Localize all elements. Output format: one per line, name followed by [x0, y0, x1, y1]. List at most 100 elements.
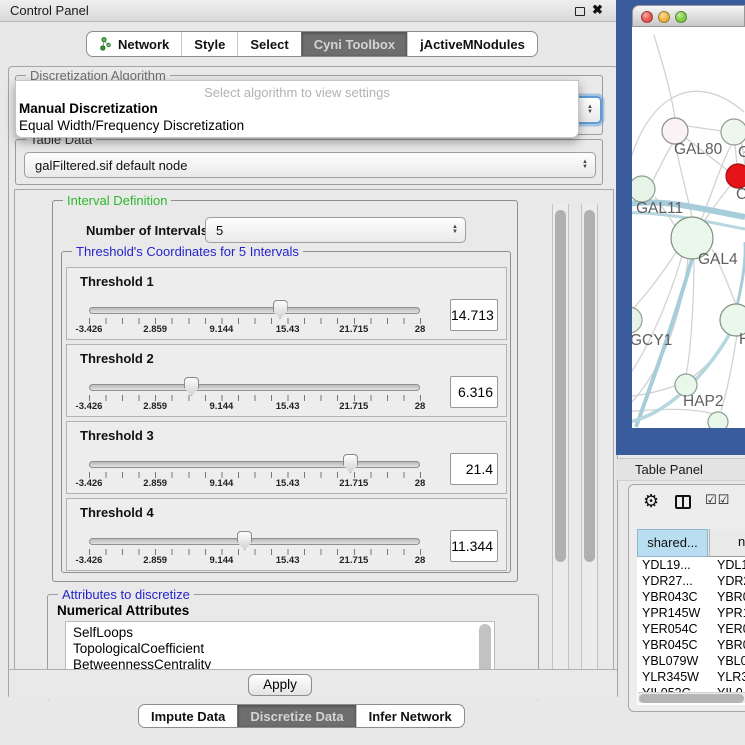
network-canvas[interactable]: GAL80GCGAL11GAL4GCY1HHAP2 [632, 27, 745, 428]
tab-infer-network[interactable]: Infer Network [356, 705, 464, 727]
tab-style[interactable]: Style [181, 32, 237, 56]
column-header-shared-name[interactable]: shared... [637, 529, 708, 557]
slider-track[interactable] [89, 384, 420, 391]
table-hscrollbar-thumb[interactable] [639, 694, 744, 703]
tick-label: 28 [415, 324, 426, 335]
threshold-value-field[interactable]: 6.316 [450, 376, 498, 408]
cell-shared-name: YPR145W [642, 605, 700, 621]
table-row[interactable]: YBR043CYBR0 [637, 589, 745, 605]
algorithm-dropdown-popup: Select algorithm to view settings Manual… [15, 80, 579, 138]
tab-select[interactable]: Select [237, 32, 300, 56]
table-row[interactable]: YBL079WYBL0 [637, 653, 745, 669]
network-edge[interactable] [687, 126, 722, 131]
tab-label: jActiveMNodules [420, 37, 525, 52]
tick-label: 15.43 [276, 401, 300, 412]
column-header-name[interactable]: na [709, 529, 745, 557]
slider-tick-labels: -3.4262.8599.14415.4321.71528 [89, 401, 420, 413]
network-node-gal11[interactable] [632, 176, 655, 202]
tick-label: 21.715 [339, 478, 368, 489]
network-node-c[interactable] [726, 164, 745, 188]
threshold-value-field[interactable]: 21.4 [450, 453, 498, 485]
slider-track[interactable] [89, 461, 420, 468]
attributes-group-label: Attributes to discretize [58, 587, 194, 602]
network-window-titlebar [632, 5, 745, 27]
screen: Control Panel ✖ NetworkStyleSelectCyni T… [0, 0, 745, 745]
threshold-value-field[interactable]: 14.713 [450, 299, 498, 331]
network-node-label: HAP2 [683, 393, 724, 410]
network-edge[interactable] [652, 143, 673, 182]
tab-network[interactable]: Network [87, 32, 181, 56]
tick-label: -3.426 [76, 555, 103, 566]
attribute-item-topologicalcoefficient[interactable]: TopologicalCoefficient [66, 641, 494, 657]
columns-icon[interactable] [675, 495, 691, 509]
slider-tick-labels: -3.4262.8599.14415.4321.71528 [89, 324, 420, 336]
slider-track[interactable] [89, 538, 420, 545]
close-traffic-light[interactable] [641, 11, 653, 23]
tab-label: Network [118, 37, 169, 52]
slider-thumb[interactable] [343, 454, 358, 473]
interval-definition-label: Interval Definition [63, 193, 171, 208]
panel-scrollbar-thumb[interactable] [584, 210, 595, 562]
tab-discretize-data[interactable]: Discretize Data [237, 705, 355, 727]
threshold-value-field[interactable]: 11.344 [450, 530, 498, 562]
network-node-label: C [736, 186, 745, 203]
number-of-intervals-combobox[interactable]: 5 ▲▼ [205, 217, 466, 243]
tick-label: 28 [415, 401, 426, 412]
tick-label: 2.859 [143, 324, 167, 335]
interval-definition-group: Interval Definition Number of Intervals … [52, 200, 518, 582]
close-icon[interactable]: ✖ [592, 2, 603, 18]
checkbox-icons[interactable]: ☑☑ [705, 493, 730, 508]
table-row[interactable]: YDL19...YDL1 [637, 557, 745, 573]
cell-name: YBR0 [717, 589, 745, 605]
table-row[interactable]: YPR145WYPR1 [637, 605, 745, 621]
threshold-panel: Threshold 3 -3.4262.8599.14415.4321.7152… [66, 421, 507, 494]
numerical-attributes-label: Numerical Attributes [57, 603, 189, 618]
network-node-label: GCY1 [632, 332, 672, 349]
number-of-intervals-value: 5 [216, 218, 223, 242]
apply-button[interactable]: Apply [248, 674, 312, 696]
table-data-value: galFiltered.sif default node [35, 153, 187, 177]
zoom-traffic-light[interactable] [675, 11, 687, 23]
attribute-item-selfloops[interactable]: SelfLoops [66, 625, 494, 641]
thresholds-group-label: Threshold's Coordinates for 5 Intervals [72, 244, 303, 259]
slider-thumb[interactable] [237, 531, 252, 550]
slider-thumb[interactable] [184, 377, 199, 396]
cell-name: YER0 [717, 621, 745, 637]
tab-cyni-toolbox[interactable]: Cyni Toolbox [301, 32, 407, 56]
table-hscrollbar[interactable] [638, 692, 745, 703]
content-scrollbar[interactable] [552, 204, 569, 674]
list-scrollbar-thumb[interactable] [479, 624, 491, 675]
network-edge[interactable] [654, 35, 675, 118]
tab-impute-data[interactable]: Impute Data [139, 705, 237, 727]
table-row[interactable]: YDR27...YDR2 [637, 573, 745, 589]
minimize-traffic-light[interactable] [658, 11, 670, 23]
number-of-intervals-label: Number of Intervals [86, 223, 208, 238]
tick-label: 2.859 [143, 478, 167, 489]
network-node[interactable] [708, 412, 728, 428]
dropdown-option-manual[interactable]: Manual Discretization [16, 100, 578, 117]
tab-label: Style [194, 37, 225, 52]
network-edge[interactable] [632, 409, 717, 415]
slider-thumb[interactable] [273, 300, 288, 319]
table-row[interactable]: YLR345WYLR3 [637, 669, 745, 685]
tick-label: 9.144 [210, 555, 234, 566]
network-edge[interactable] [632, 251, 677, 319]
dropdown-option-equal-width[interactable]: Equal Width/Frequency Discretization [16, 117, 578, 134]
panel-scrollbar[interactable] [581, 204, 598, 674]
network-edge[interactable] [735, 145, 737, 165]
float-icon[interactable] [575, 7, 585, 16]
network-node-gcy1[interactable] [632, 307, 642, 333]
bottom-tab-bar: Impute DataDiscretize DataInfer Network [138, 704, 465, 728]
content-scrollbar-thumb[interactable] [555, 210, 566, 562]
table-row[interactable]: YBR045CYBR0 [637, 637, 745, 653]
discretize-settings-panel: Interval Definition Number of Intervals … [14, 189, 614, 699]
network-edge[interactable] [632, 384, 680, 397]
network-node-g[interactable] [721, 119, 745, 145]
slider-track[interactable] [89, 307, 420, 314]
node-table[interactable]: shared... na YDL19...YDL1YDR27...YDR2YBR… [637, 529, 745, 705]
gear-icon[interactable]: ⚙ [643, 491, 659, 512]
table-data-combobox[interactable]: galFiltered.sif default node ▲▼ [24, 152, 596, 178]
table-row[interactable]: YER054CYER0 [637, 621, 745, 637]
tab-jactivemnodules[interactable]: jActiveMNodules [407, 32, 537, 56]
cell-shared-name: YBR045C [642, 637, 698, 653]
